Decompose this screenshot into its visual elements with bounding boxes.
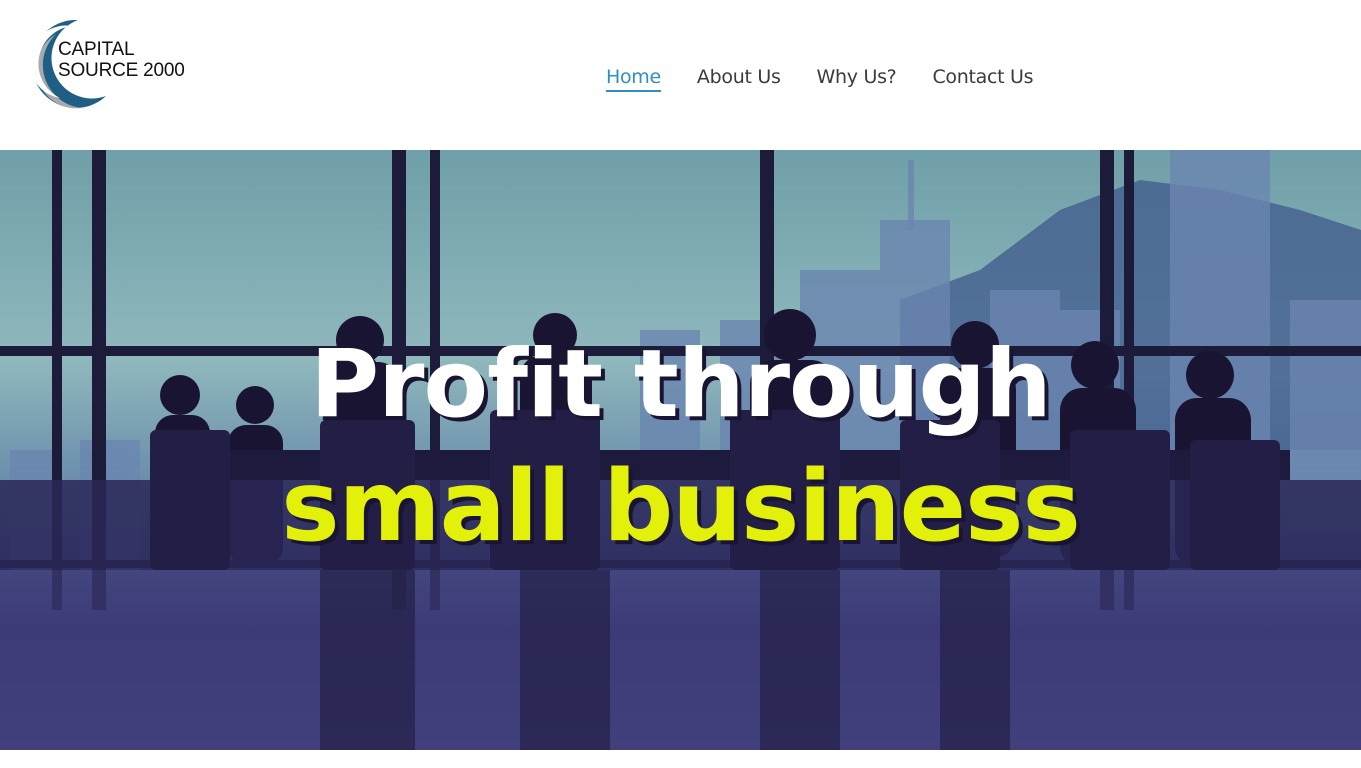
site-logo[interactable]: CAPITAL SOURCE 2000 bbox=[20, 16, 210, 112]
hero-banner: Profit through small business bbox=[0, 150, 1361, 750]
logo-line-1: CAPITAL bbox=[58, 39, 135, 60]
site-header: CAPITAL SOURCE 2000 Home About Us Why Us… bbox=[0, 0, 1361, 150]
nav-contact-us[interactable]: Contact Us bbox=[932, 64, 1033, 92]
hero-headline-line-1: Profit through bbox=[310, 330, 1052, 439]
hero-headline-line-2: small business bbox=[281, 450, 1081, 564]
nav-home[interactable]: Home bbox=[606, 64, 661, 92]
main-nav: Home About Us Why Us? Contact Us bbox=[606, 64, 1034, 94]
logo-line-2: SOURCE 2000 bbox=[58, 60, 185, 81]
logo-wordmark: CAPITAL SOURCE 2000 bbox=[58, 39, 185, 81]
nav-about-us[interactable]: About Us bbox=[697, 64, 781, 92]
nav-why-us[interactable]: Why Us? bbox=[817, 64, 897, 92]
